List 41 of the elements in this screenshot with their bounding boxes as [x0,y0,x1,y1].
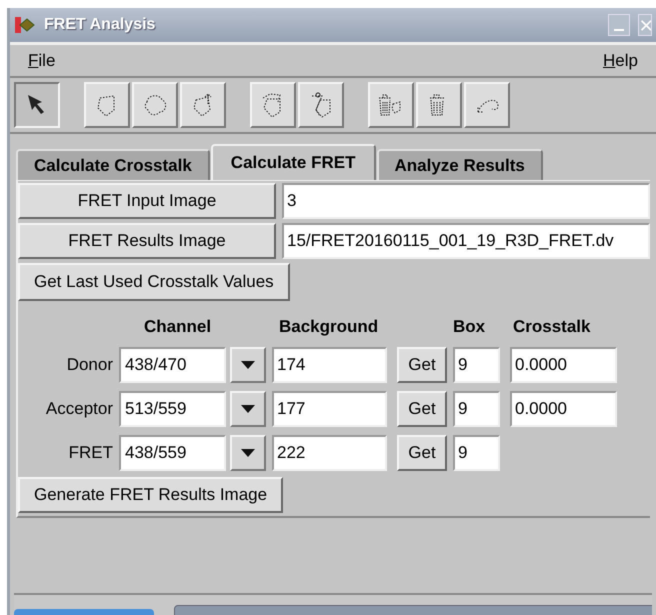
get-button[interactable]: Get [397,391,447,427]
column-header: Crosstalk [513,316,592,338]
row-label: Acceptor [44,398,113,420]
background-field[interactable]: 174 [272,347,387,383]
row-label: FRET [68,442,113,464]
generate-button[interactable]: Generate FRET Results Image [18,477,284,513]
column-header: Box [453,316,486,338]
box-field[interactable]: 9 [453,391,500,427]
column-header: Channel [143,316,212,338]
channel-dropdown[interactable]: 438/470 [119,347,266,383]
tab[interactable]: Calculate Crosstalk [16,149,210,180]
get-button[interactable]: Get [397,347,447,383]
box-field[interactable]: 9 [453,347,500,383]
menu-item[interactable]: Help [603,48,638,74]
channel-value: 438/470 [119,347,226,383]
tool-button[interactable] [14,82,60,128]
column-header: Background [278,316,380,338]
channel-value: 438/559 [119,435,226,471]
crosstalk-field[interactable]: 0.0000 [510,347,617,383]
box-field[interactable]: 9 [453,435,500,471]
menu-item[interactable]: File [28,48,56,74]
path-field[interactable]: 15/FRET20160115_001_19_R3D_FRET.dv [282,223,650,259]
get-last-values-button[interactable]: Get Last Used Crosstalk Values [18,263,290,301]
tab[interactable]: Calculate FRET [210,144,376,180]
background-field[interactable]: 222 [272,435,387,471]
tab[interactable]: Analyze Results [376,149,543,180]
image-button[interactable]: FRET Input Image [18,183,276,219]
caret-icon [241,361,255,369]
path-field[interactable]: 3 [282,183,650,219]
get-button[interactable]: Get [397,435,447,471]
channel-dropdown[interactable]: 513/559 [119,391,266,427]
channel-value: 513/559 [119,391,226,427]
crosstalk-field[interactable]: 0.0000 [510,391,617,427]
image-button[interactable]: FRET Results Image [18,223,276,259]
row-label: Donor [66,354,113,376]
channel-dropdown[interactable]: 438/559 [119,435,266,471]
caret-icon [241,449,255,457]
app-icon [14,15,36,35]
caret-icon [241,405,255,413]
background-field[interactable]: 177 [272,391,387,427]
window-title: FRET Analysis [44,15,156,35]
